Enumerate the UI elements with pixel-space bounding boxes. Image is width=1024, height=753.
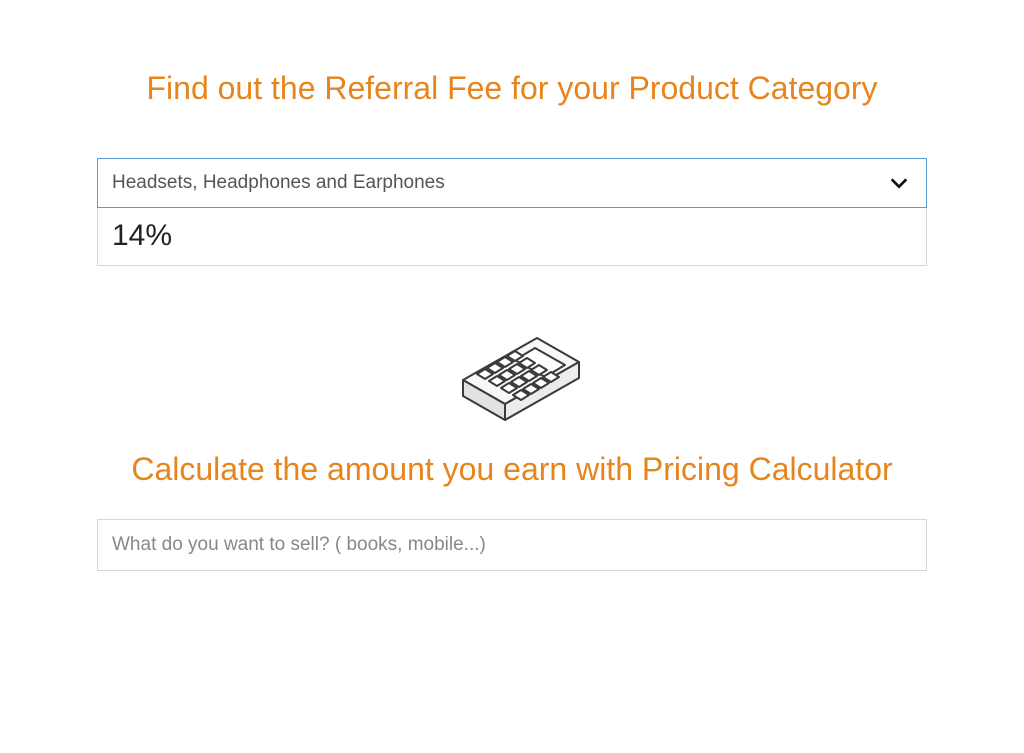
category-select-value: Headsets, Headphones and Earphones [112, 172, 445, 194]
calculator-heading: Calculate the amount you earn with Prici… [97, 448, 927, 491]
product-search-input[interactable] [97, 519, 927, 571]
category-select[interactable]: Headsets, Headphones and Earphones [97, 158, 927, 208]
chevron-down-icon [888, 172, 910, 194]
referral-fee-heading: Find out the Referral Fee for your Produ… [97, 68, 927, 110]
fee-percent: 14% [112, 219, 172, 253]
calculator-icon [97, 308, 927, 436]
fee-result-box: 14% [97, 208, 927, 266]
